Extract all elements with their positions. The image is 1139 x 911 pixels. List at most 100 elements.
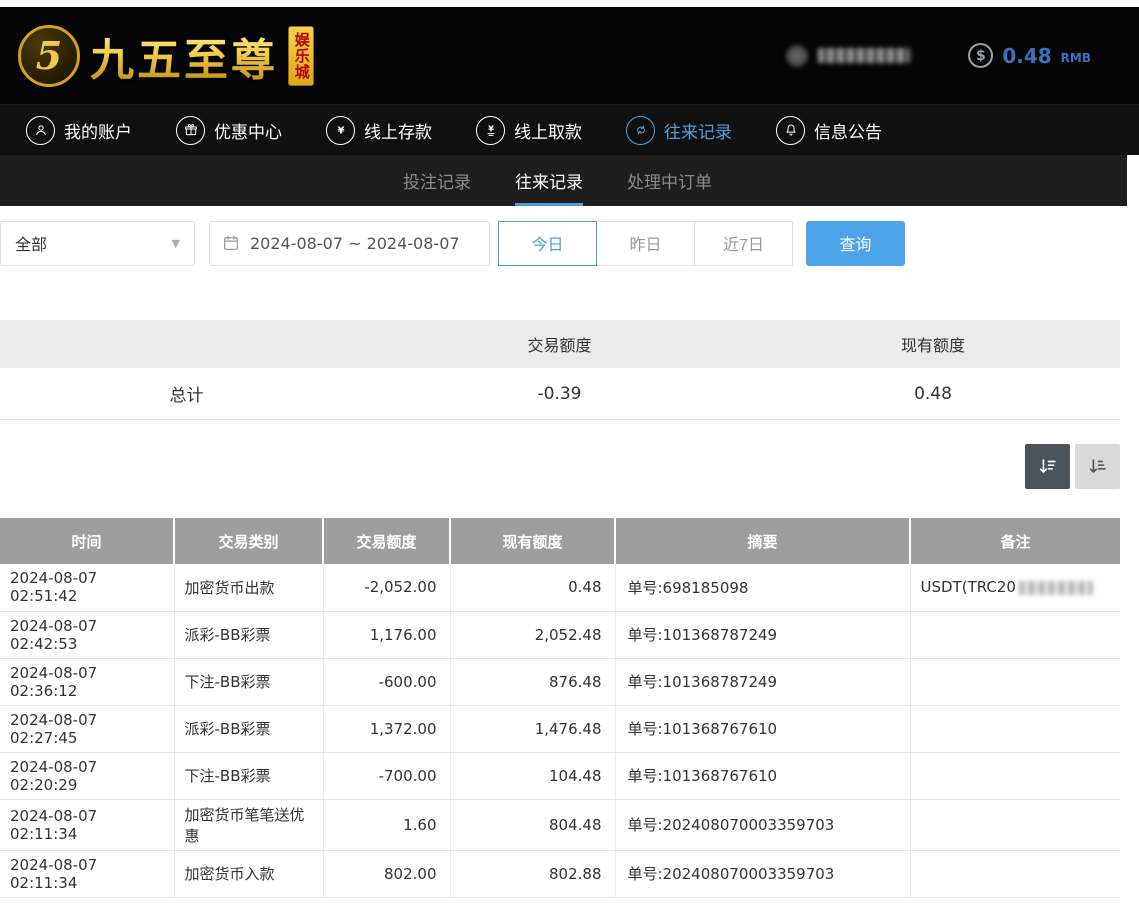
cell-summary: 单号:101368787249 — [615, 611, 910, 658]
sort-descending-button[interactable] — [1025, 444, 1070, 489]
cell-amount: 1,372.00 — [323, 705, 450, 752]
cell-type: 加密货币笔笔送优惠 — [174, 799, 323, 850]
sort-ascending-button[interactable] — [1075, 444, 1120, 489]
cell-summary: 单号:698185098 — [615, 564, 910, 611]
table-row: 2024-08-07 02:27:45 派彩-BB彩票 1,372.00 1,4… — [0, 705, 1120, 752]
table-row: 2024-08-07 02:20:29 下注-BB彩票 -700.00 104.… — [0, 752, 1120, 799]
cell-balance: 2,052.48 — [450, 611, 615, 658]
user-area: $ 0.48 RMB — [786, 43, 1091, 68]
cell-balance: 802.88 — [450, 850, 615, 897]
cell-time: 2024-08-07 02:42:53 — [0, 611, 174, 658]
nav-label: 优惠中心 — [214, 118, 282, 143]
search-button[interactable]: 查询 — [806, 221, 905, 266]
date-range-input[interactable]: 2024-08-07 ~ 2024-08-07 — [209, 221, 490, 266]
cell-balance: 104.48 — [450, 752, 615, 799]
summary-table: 交易额度 现有额度 总计 -0.39 0.48 — [0, 320, 1120, 420]
sort-controls — [0, 444, 1120, 489]
brand-badge: 娱乐城 — [288, 26, 314, 86]
yesterday-button[interactable]: 昨日 — [596, 221, 695, 266]
tab-processing-orders[interactable]: 处理中订单 — [627, 155, 712, 206]
cell-balance: 804.48 — [450, 799, 615, 850]
summary-balance-total: 0.48 — [746, 384, 1120, 404]
table-row: 2024-08-07 02:11:34 加密货币笔笔送优惠 1.60 804.4… — [0, 799, 1120, 850]
cell-summary: 单号:202408070003359703 — [615, 799, 910, 850]
cell-type: 下注-BB彩票 — [174, 658, 323, 705]
cell-note — [910, 658, 1120, 705]
username-redacted — [818, 48, 910, 63]
cell-balance: 876.48 — [450, 658, 615, 705]
summary-header-balance: 现有额度 — [746, 332, 1120, 356]
cell-note — [910, 752, 1120, 799]
sort-ascending-icon — [1087, 456, 1109, 478]
type-filter-dropdown[interactable]: 全部 ▼ — [0, 221, 195, 266]
cell-note — [910, 611, 1120, 658]
cell-time: 2024-08-07 02:11:34 — [0, 799, 174, 850]
nav-item-transaction-records[interactable]: 往来记录 — [626, 116, 732, 145]
main-nav: 我的账户 优惠中心 ¥ 线上存款 ¥ 线上取款 往来记录 信息公告 — [0, 104, 1139, 155]
gift-icon — [176, 116, 205, 145]
cell-balance: 1,476.48 — [450, 705, 615, 752]
chevron-down-icon: ▼ — [172, 237, 180, 250]
sort-descending-icon — [1037, 456, 1059, 478]
cell-type: 加密货币出款 — [174, 564, 323, 611]
summary-total-row: 总计 -0.39 0.48 — [0, 368, 1120, 420]
cell-time: 2024-08-07 02:11:34 — [0, 850, 174, 897]
cell-summary: 单号:101368767610 — [615, 705, 910, 752]
avatar — [786, 45, 808, 67]
calendar-icon — [222, 234, 240, 252]
col-header-type: 交易类别 — [174, 518, 323, 564]
summary-total-label: 总计 — [0, 381, 373, 406]
nav-item-my-account[interactable]: 我的账户 — [26, 116, 132, 145]
col-header-note: 备注 — [910, 518, 1120, 564]
transactions-table: 时间 交易类别 交易额度 现有额度 摘要 备注 2024-08-07 02:51… — [0, 518, 1120, 898]
cell-note — [910, 799, 1120, 850]
col-header-summary: 摘要 — [615, 518, 910, 564]
record-tabs: 投注记录 往来记录 处理中订单 — [0, 155, 1127, 206]
coin-icon: $ — [968, 43, 993, 68]
cell-balance: 0.48 — [450, 564, 615, 611]
cell-amount: -700.00 — [323, 752, 450, 799]
tab-transaction-records[interactable]: 往来记录 — [515, 155, 583, 206]
deposit-icon: ¥ — [326, 116, 355, 145]
records-icon — [626, 116, 655, 145]
last7days-button[interactable]: 近7日 — [694, 221, 793, 266]
today-button[interactable]: 今日 — [498, 221, 597, 266]
col-header-balance: 现有额度 — [450, 518, 615, 564]
summary-transaction-total: -0.39 — [373, 384, 746, 404]
table-row: 2024-08-07 02:36:12 下注-BB彩票 -600.00 876.… — [0, 658, 1120, 705]
filter-bar: 全部 ▼ 2024-08-07 ~ 2024-08-07 今日 昨日 近7日 查… — [0, 220, 1139, 266]
cell-amount: -2,052.00 — [323, 564, 450, 611]
nav-item-announcements[interactable]: 信息公告 — [776, 116, 882, 145]
site-header: 5 九五至尊 娱乐城 $ 0.48 RMB — [0, 7, 1139, 104]
nav-label: 线上取款 — [514, 118, 582, 143]
summary-header-transaction: 交易额度 — [373, 332, 746, 356]
cell-note — [910, 850, 1120, 897]
balance-display[interactable]: $ 0.48 RMB — [968, 43, 1091, 68]
nav-label: 线上存款 — [364, 118, 432, 143]
brand-logo[interactable]: 5 九五至尊 娱乐城 — [18, 24, 345, 88]
table-header-row: 时间 交易类别 交易额度 现有额度 摘要 备注 — [0, 518, 1120, 564]
cell-summary: 单号:202408070003359703 — [615, 850, 910, 897]
table-row: 2024-08-07 02:42:53 派彩-BB彩票 1,176.00 2,0… — [0, 611, 1120, 658]
cell-time: 2024-08-07 02:20:29 — [0, 752, 174, 799]
nav-item-deposit[interactable]: ¥ 线上存款 — [326, 116, 432, 145]
user-identity[interactable] — [786, 45, 910, 67]
tab-bet-records[interactable]: 投注记录 — [403, 155, 471, 206]
cell-amount: 1,176.00 — [323, 611, 450, 658]
nav-item-withdraw[interactable]: ¥ 线上取款 — [476, 116, 582, 145]
cell-time: 2024-08-07 02:51:42 — [0, 564, 174, 611]
cell-time: 2024-08-07 02:36:12 — [0, 658, 174, 705]
cell-summary: 单号:101368767610 — [615, 752, 910, 799]
nav-label: 往来记录 — [664, 118, 732, 143]
cell-type: 派彩-BB彩票 — [174, 611, 323, 658]
nav-label: 信息公告 — [814, 118, 882, 143]
brand-title: 九五至尊 — [90, 24, 278, 88]
quick-date-group: 今日 昨日 近7日 — [498, 221, 793, 266]
col-header-time: 时间 — [0, 518, 174, 564]
cell-amount: 1.60 — [323, 799, 450, 850]
cell-time: 2024-08-07 02:27:45 — [0, 705, 174, 752]
table-row: 2024-08-07 02:51:42 加密货币出款 -2,052.00 0.4… — [0, 564, 1120, 611]
cell-amount: 802.00 — [323, 850, 450, 897]
nav-item-promotions[interactable]: 优惠中心 — [176, 116, 282, 145]
table-row: 2024-08-07 02:11:34 加密货币入款 802.00 802.88… — [0, 850, 1120, 897]
